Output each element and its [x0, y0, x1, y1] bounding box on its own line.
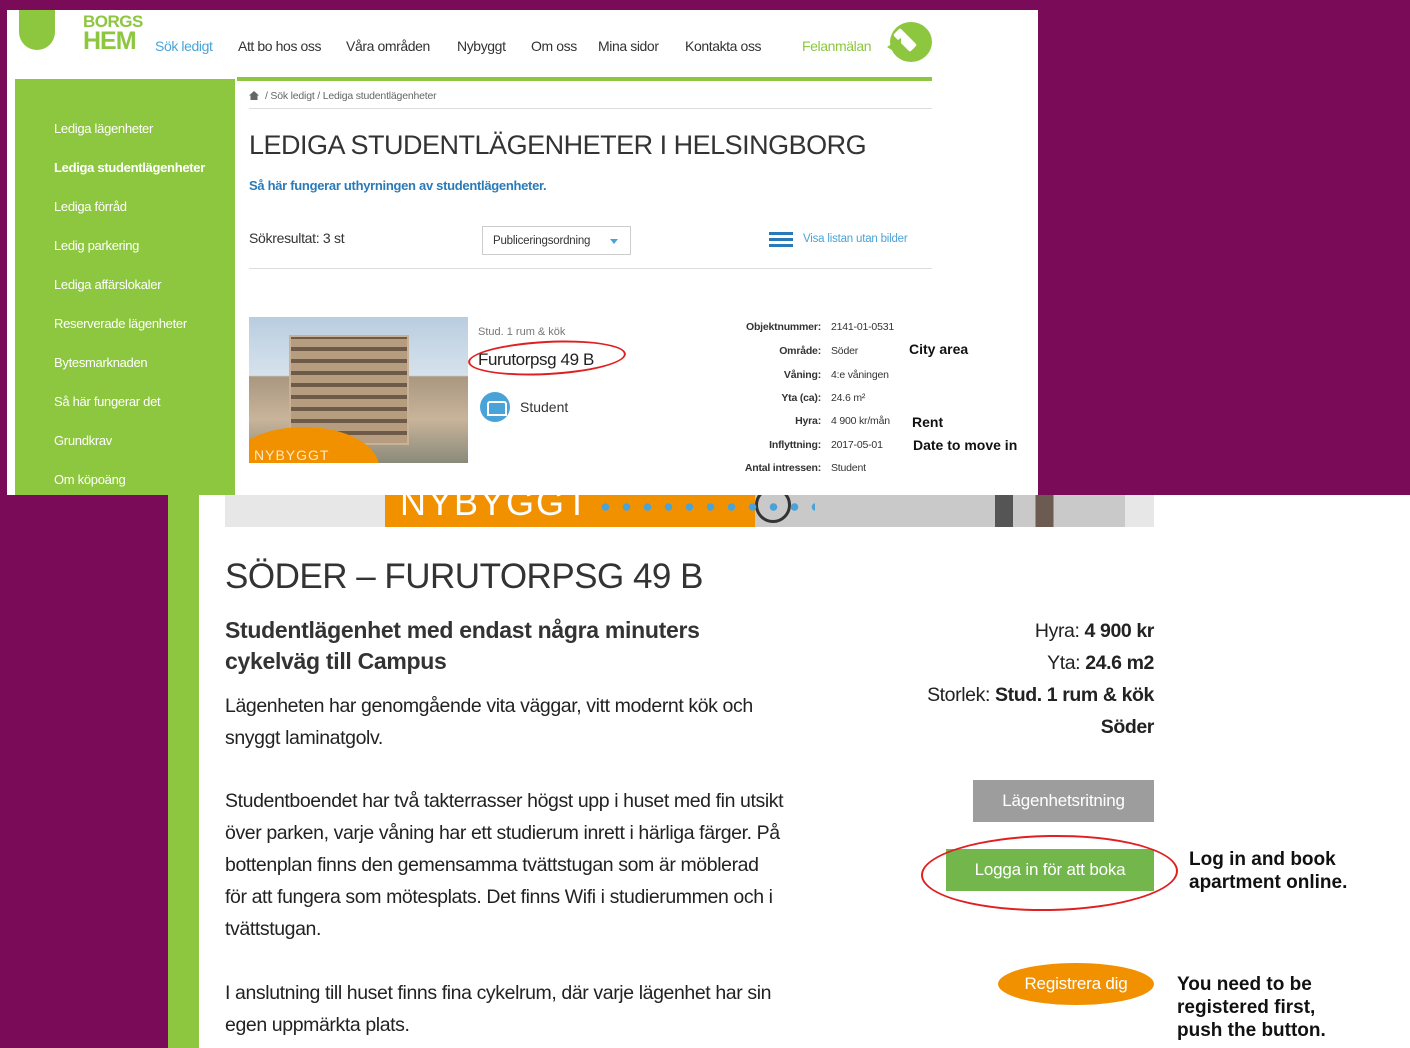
nav-omraden[interactable]: Våra områden: [346, 38, 430, 54]
annotation-move-in: Date to move in: [913, 437, 1018, 453]
nav-nybyggt[interactable]: Nybyggt: [457, 38, 506, 54]
list-without-images-link[interactable]: Visa listan utan bilder: [803, 233, 908, 245]
sidebar-item-sa-har[interactable]: Så här fungerar det: [54, 394, 161, 409]
field-value: Student: [831, 462, 866, 474]
sidebar-item-kopoang[interactable]: Om köpoäng: [54, 472, 126, 487]
register-button[interactable]: Registrera dig: [998, 963, 1154, 1005]
nav-om-oss[interactable]: Om oss: [531, 38, 577, 54]
fact-area: Söder: [808, 711, 1155, 743]
book-icon: [480, 392, 510, 422]
home-icon[interactable]: [249, 91, 259, 100]
felanmalan-link[interactable]: Felanmälan: [802, 38, 872, 54]
sidebar-item-lagenheter[interactable]: Lediga lägenheter: [54, 121, 153, 136]
banner-text: NYBYGGT: [400, 495, 591, 523]
fact-value: Söder: [1100, 716, 1155, 738]
listing-type: Stud. 1 rum & kök: [478, 326, 566, 338]
sidebar-item-parkering[interactable]: Ledig parkering: [54, 238, 139, 253]
note-text: Log in and book apartment online.: [1189, 849, 1348, 893]
borgshem-logo[interactable]: BORGS HEM: [7, 10, 152, 70]
field-value: Söder: [831, 345, 859, 357]
sidebar-item-bytesmarknaden[interactable]: Bytesmarknaden: [54, 355, 148, 370]
field-label: Område:: [779, 345, 821, 357]
field-value: 2017-05-01: [831, 439, 883, 451]
annotation-login-note: Log in and book apartment online.: [1189, 848, 1369, 894]
nav-sok-ledigt[interactable]: Sök ledigt: [155, 38, 213, 54]
field-value: 4:e våningen: [831, 369, 889, 381]
annotation-city-area: City area: [909, 341, 969, 357]
nav-mina-sidor[interactable]: Mina sidor: [598, 38, 659, 54]
field-label: Hyra:: [795, 415, 821, 427]
sidebar-strip: [168, 495, 199, 1048]
sidebar-item-grundkrav[interactable]: Grundkrav: [54, 433, 112, 448]
result-count: Sökresultat: 3 st: [249, 230, 345, 246]
fact-label: Storlek:: [927, 684, 990, 706]
breadcrumb-text[interactable]: / Sök ledigt / Lediga studentlägenheter: [265, 90, 437, 102]
description-paragraph: I anslutning till huset finns fina cykel…: [225, 982, 772, 1036]
annotation-rent: Rent: [912, 414, 944, 430]
fact-box: Hyra: 4 900 kr Yta: 24.6 m2 Storlek: Stu…: [808, 615, 1154, 743]
detail-subtitle: Studentlägenhet med endast några minuter…: [225, 617, 700, 674]
floorplan-button[interactable]: Lägenhetsritning: [973, 780, 1154, 822]
field-label: Yta (ca):: [781, 392, 821, 404]
field-label: Antal intressen:: [744, 462, 821, 474]
detail-page-screenshot: NYBYGGT SÖDER – FURUTORPSG 49 B Studentl…: [168, 495, 1410, 1048]
sidebar-item-affarslokaler[interactable]: Lediga affärslokaler: [54, 277, 162, 292]
field-label: Våning:: [783, 369, 821, 381]
field-label: Objektnummer:: [746, 321, 821, 333]
listing-photo[interactable]: NYBYGGT: [249, 317, 468, 463]
listing-category: Student: [520, 399, 569, 415]
divider: [249, 268, 932, 269]
description-paragraph: Lägenheten har genomgående vita väggar, …: [225, 695, 753, 749]
fact-value: 24.6 m2: [1085, 652, 1154, 674]
fact-size: Yta: 24.6 m2: [808, 647, 1154, 679]
field-value: 24.6 m²: [831, 392, 866, 404]
fact-rent: Hyra: 4 900 kr: [808, 615, 1154, 647]
sort-value: Publiceringsordning: [493, 235, 591, 247]
fact-label: Yta:: [1047, 652, 1081, 674]
fact-value: 4 900 kr: [1084, 620, 1155, 642]
annotation-circle: [467, 336, 627, 380]
field-value: 4 900 kr/mån: [831, 415, 890, 427]
nav-att-bo[interactable]: Att bo hos oss: [238, 38, 322, 54]
detail-title: SÖDER – FURUTORPSG 49 B: [225, 557, 703, 596]
field-value: 2141-01-0531: [831, 321, 894, 333]
nav-kontakta[interactable]: Kontakta oss: [685, 38, 762, 54]
nav-divider: [237, 77, 932, 81]
banner-dots: [595, 503, 815, 511]
logo-text-bottom: HEM: [83, 27, 137, 55]
banner-people: [995, 495, 1085, 527]
fact-type: Storlek: Stud. 1 rum & kök: [808, 679, 1154, 711]
field-label: Inflyttning:: [769, 439, 821, 451]
listing-page-screenshot: BORGS HEM Sök ledigt Att bo hos oss Våra…: [7, 10, 1038, 495]
nybyggt-label: NYBYGGT: [254, 447, 330, 463]
logo-tree-icon: [19, 10, 55, 50]
description-paragraph: Studentboendet har två takterrasser högs…: [225, 790, 784, 940]
sidebar-item-forrad[interactable]: Lediga förråd: [54, 199, 127, 214]
list-icon[interactable]: [769, 232, 793, 248]
divider: [249, 108, 932, 109]
hero-banner: NYBYGGT: [225, 495, 1154, 527]
sidebar: Lediga lägenheter Lediga studentlägenhet…: [15, 79, 235, 495]
sidebar-item-studentlagenheter[interactable]: Lediga studentlägenheter: [54, 160, 205, 175]
breadcrumb: / Sök ledigt / Lediga studentlägenheter: [249, 90, 437, 102]
fact-label: Hyra:: [1034, 620, 1080, 642]
page-title: LEDIGA STUDENTLÄGENHETER I HELSINGBORG: [249, 130, 867, 160]
hammer-icon[interactable]: [887, 22, 932, 62]
fact-value: Stud. 1 rum & kök: [995, 684, 1154, 706]
sort-select[interactable]: Publiceringsordning: [482, 226, 631, 255]
annotation-circle: [920, 832, 1179, 914]
sidebar-item-reserverade[interactable]: Reserverade lägenheter: [54, 316, 187, 331]
how-it-works-link[interactable]: Så här fungerar uthyrningen av studentlä…: [249, 178, 547, 193]
annotation-register-note: You need to be registered first, push th…: [1177, 973, 1347, 1042]
note-text: You need to be registered first, push th…: [1177, 974, 1326, 1041]
